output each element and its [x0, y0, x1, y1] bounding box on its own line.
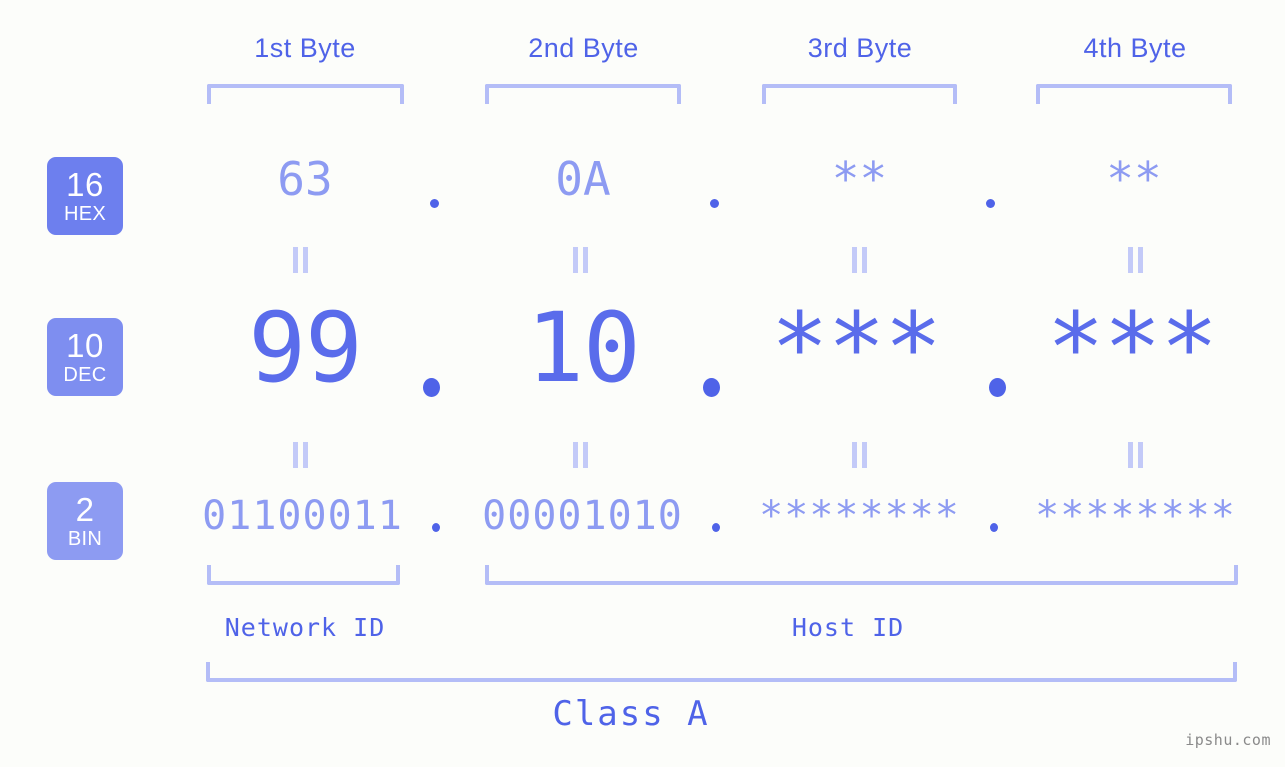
bin-separator-dot-1: [432, 523, 440, 532]
hex-separator-dot-2: [710, 199, 719, 208]
equals-mark-dec-bin-3: [851, 442, 868, 468]
byte-header-4: 4th Byte: [1083, 33, 1187, 63]
base-badge-dec[interactable]: 10 DEC: [47, 318, 123, 396]
equals-mark-dec-bin-4: [1127, 442, 1144, 468]
base-badge-hex-number: 16: [66, 166, 104, 203]
equals-mark-hex-dec-1: [292, 247, 309, 273]
base-badge-bin-name: BIN: [67, 528, 103, 550]
base-badge-dec-number: 10: [66, 327, 104, 364]
dec-separator-dot-2: [703, 378, 720, 397]
ip-byte-breakdown-diagram: 1st Byte 2nd Byte 3rd Byte 4th Byte 16 H…: [0, 0, 1285, 767]
equals-mark-hex-dec-3: [851, 247, 868, 273]
host-id-bracket: [485, 565, 1238, 585]
hex-byte-3: **: [831, 152, 888, 206]
byte-bracket-top-1: [207, 84, 404, 104]
hex-byte-4: **: [1106, 152, 1162, 206]
byte-bracket-top-4: [1036, 84, 1232, 104]
class-label: Class A: [552, 694, 710, 734]
equals-mark-hex-dec-4: [1127, 247, 1144, 273]
byte-bracket-top-3: [762, 84, 957, 104]
class-bracket: [206, 662, 1237, 682]
network-id-bracket: [207, 565, 400, 585]
dec-byte-1: 99: [248, 292, 363, 404]
bin-byte-1: 01100011: [202, 493, 403, 539]
dec-separator-dot-3: [989, 378, 1006, 397]
bin-separator-dot-2: [712, 523, 720, 532]
byte-header-3: 3rd Byte: [807, 33, 913, 63]
hex-separator-dot-1: [430, 199, 439, 208]
base-badge-hex-name: HEX: [63, 203, 107, 225]
bin-byte-2: 00001010: [482, 493, 683, 539]
base-badge-hex[interactable]: 16 HEX: [47, 157, 123, 235]
base-badge-bin-number: 2: [75, 491, 95, 528]
base-badge-dec-name: DEC: [63, 364, 107, 386]
dec-byte-4: ***: [1046, 292, 1218, 404]
byte-bracket-top-2: [485, 84, 681, 104]
dec-byte-2: 10: [526, 292, 641, 404]
equals-mark-dec-bin-1: [292, 442, 309, 468]
site-watermark: ipshu.com: [1185, 731, 1271, 749]
base-badge-bin[interactable]: 2 BIN: [47, 482, 123, 560]
byte-header-1: 1st Byte: [254, 33, 356, 63]
hex-byte-2: 0A: [555, 152, 611, 206]
dec-byte-3: ***: [770, 292, 942, 404]
bin-byte-3: ********: [759, 493, 960, 539]
dec-separator-dot-1: [423, 378, 440, 397]
network-id-label: Network ID: [224, 613, 386, 642]
bin-byte-4: ********: [1035, 493, 1236, 539]
bin-separator-dot-3: [990, 523, 998, 532]
hex-byte-1: 63: [277, 152, 333, 206]
equals-mark-dec-bin-2: [572, 442, 589, 468]
byte-header-2: 2nd Byte: [528, 33, 639, 63]
hex-separator-dot-3: [986, 199, 995, 208]
host-id-label: Host ID: [791, 613, 905, 642]
equals-mark-hex-dec-2: [572, 247, 589, 273]
